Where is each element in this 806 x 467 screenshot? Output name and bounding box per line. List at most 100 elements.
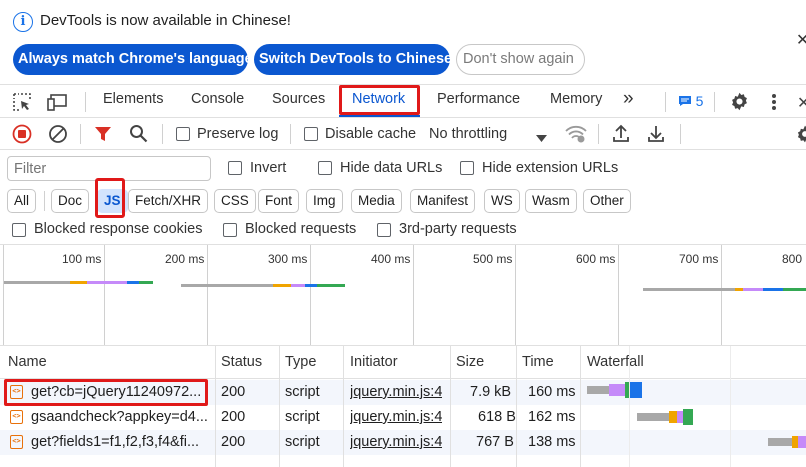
column-header-waterfall[interactable]: Waterfall bbox=[587, 354, 644, 370]
network-settings-icon[interactable] bbox=[795, 124, 806, 147]
request-type: script bbox=[285, 434, 320, 450]
tab-memory[interactable]: Memory bbox=[550, 91, 602, 107]
type-filter-manifest[interactable]: Manifest bbox=[410, 189, 476, 213]
column-header-initiator[interactable]: Initiator bbox=[350, 354, 398, 370]
overview-request-bar bbox=[127, 281, 139, 284]
overview-request-bar bbox=[70, 281, 87, 284]
first-request-highlight bbox=[4, 379, 208, 406]
column-header-name[interactable]: Name bbox=[8, 354, 47, 370]
network-overview[interactable]: 100 ms 200 ms 300 ms 400 ms 500 ms 600 m… bbox=[0, 244, 806, 346]
type-filter-other[interactable]: Other bbox=[583, 189, 631, 213]
chevron-down-icon[interactable] bbox=[536, 130, 547, 146]
column-header-type[interactable]: Type bbox=[285, 354, 316, 370]
blocked-requests-checkbox[interactable] bbox=[223, 223, 237, 237]
overview-request-bar bbox=[643, 288, 735, 291]
active-tab-indicator bbox=[339, 115, 420, 117]
issues-counter[interactable]: 5 bbox=[678, 93, 703, 109]
third-party-requests-checkbox[interactable] bbox=[377, 223, 391, 237]
column-header-status[interactable]: Status bbox=[221, 354, 262, 370]
overview-gridline bbox=[310, 245, 311, 345]
column-divider[interactable] bbox=[343, 346, 344, 467]
type-filter-all[interactable]: All bbox=[7, 189, 37, 213]
always-match-language-button[interactable]: Always match Chrome's language bbox=[13, 44, 253, 75]
overview-tick-label: 600 ms bbox=[576, 252, 616, 266]
search-icon[interactable] bbox=[129, 124, 148, 146]
request-size: 767 B bbox=[476, 434, 514, 450]
clear-icon[interactable] bbox=[48, 124, 68, 147]
column-header-size[interactable]: Size bbox=[456, 354, 484, 370]
waterfall-bar bbox=[629, 382, 642, 398]
divider bbox=[598, 124, 599, 144]
overview-request-bar bbox=[305, 284, 317, 287]
settings-gear-icon[interactable] bbox=[729, 91, 750, 115]
request-type: script bbox=[285, 409, 320, 425]
request-initiator-link[interactable]: jquery.min.js:4 bbox=[350, 434, 442, 450]
switch-to-chinese-button[interactable]: Switch DevTools to Chinese bbox=[254, 44, 452, 75]
overview-request-bar bbox=[743, 288, 763, 291]
waterfall-bar bbox=[587, 386, 609, 394]
inspect-element-icon[interactable] bbox=[12, 92, 32, 115]
type-filter-img[interactable]: Img bbox=[306, 189, 343, 213]
type-filter-ws[interactable]: WS bbox=[484, 189, 520, 213]
preserve-log-checkbox[interactable] bbox=[176, 127, 190, 141]
close-icon[interactable]: ✕ bbox=[796, 30, 806, 50]
request-time: 160 ms bbox=[528, 384, 576, 400]
tab-elements[interactable]: Elements bbox=[103, 91, 163, 107]
overview-gridline bbox=[104, 245, 105, 345]
request-name[interactable]: get?fields1=f1,f2,f3,f4&fi... bbox=[31, 434, 211, 450]
info-icon: i bbox=[13, 12, 33, 32]
throttling-select[interactable]: No throttling bbox=[429, 126, 507, 142]
chat-icon bbox=[679, 96, 691, 106]
request-initiator-link[interactable]: jquery.min.js:4 bbox=[350, 409, 442, 425]
type-filter-wasm[interactable]: Wasm bbox=[525, 189, 577, 213]
export-har-icon[interactable] bbox=[647, 124, 665, 146]
invert-checkbox[interactable] bbox=[228, 161, 242, 175]
table-header: Name Status Type Initiator Size Time Wat… bbox=[0, 346, 806, 379]
tab-performance[interactable]: Performance bbox=[437, 91, 520, 107]
invert-label: Invert bbox=[250, 160, 287, 176]
column-divider[interactable] bbox=[516, 346, 517, 467]
overview-request-bar bbox=[4, 281, 70, 284]
disable-cache-label: Disable cache bbox=[325, 126, 417, 142]
table-row[interactable]: <> get?fields1=f1,f2,f3,f4&fi... 200 scr… bbox=[0, 430, 806, 455]
tab-sources[interactable]: Sources bbox=[272, 91, 325, 107]
type-filter-doc[interactable]: Doc bbox=[51, 189, 90, 213]
type-filter-font[interactable]: Font bbox=[258, 189, 300, 213]
column-divider[interactable] bbox=[450, 346, 451, 467]
overview-request-bar bbox=[763, 288, 783, 291]
overview-tick-label: 500 ms bbox=[473, 252, 513, 266]
column-divider[interactable] bbox=[279, 346, 280, 467]
table-row[interactable]: <> gsaandcheck?appkey=d4... 200 script j… bbox=[0, 405, 806, 430]
tab-console[interactable]: Console bbox=[191, 91, 244, 107]
blocked-response-cookies-checkbox[interactable] bbox=[12, 223, 26, 237]
hide-extension-urls-checkbox[interactable] bbox=[460, 161, 474, 175]
more-tabs-icon[interactable]: » bbox=[623, 88, 634, 110]
overview-tick-label: 800 ms bbox=[782, 252, 806, 266]
network-conditions-icon[interactable] bbox=[565, 125, 587, 146]
device-toolbar-icon[interactable] bbox=[47, 92, 69, 115]
request-name[interactable]: gsaandcheck?appkey=d4... bbox=[31, 409, 211, 425]
disable-cache-checkbox[interactable] bbox=[304, 127, 318, 141]
hide-data-urls-checkbox[interactable] bbox=[318, 161, 332, 175]
dont-show-again-button[interactable]: Don't show again bbox=[456, 44, 585, 75]
request-table: Name Status Type Initiator Size Time Wat… bbox=[0, 346, 806, 467]
type-filter-css[interactable]: CSS bbox=[214, 189, 256, 213]
request-time: 138 ms bbox=[528, 434, 576, 450]
type-filter-media[interactable]: Media bbox=[351, 189, 402, 213]
column-divider[interactable] bbox=[580, 346, 581, 467]
overview-request-bar bbox=[273, 284, 291, 287]
waterfall-gridline bbox=[730, 346, 731, 467]
close-devtools-icon[interactable]: ✕ bbox=[797, 93, 806, 113]
filter-funnel-icon[interactable] bbox=[94, 125, 112, 146]
more-options-icon[interactable] bbox=[769, 92, 779, 115]
import-har-icon[interactable] bbox=[612, 124, 630, 146]
divider bbox=[44, 191, 45, 211]
type-filter-fetch-xhr[interactable]: Fetch/XHR bbox=[128, 189, 209, 213]
record-stop-icon[interactable] bbox=[12, 124, 32, 147]
request-initiator-link[interactable]: jquery.min.js:4 bbox=[350, 384, 442, 400]
column-divider[interactable] bbox=[215, 346, 216, 467]
overview-gridline bbox=[3, 245, 4, 345]
request-status: 200 bbox=[221, 384, 246, 400]
overview-request-bar bbox=[735, 288, 743, 291]
column-header-time[interactable]: Time bbox=[522, 354, 554, 370]
